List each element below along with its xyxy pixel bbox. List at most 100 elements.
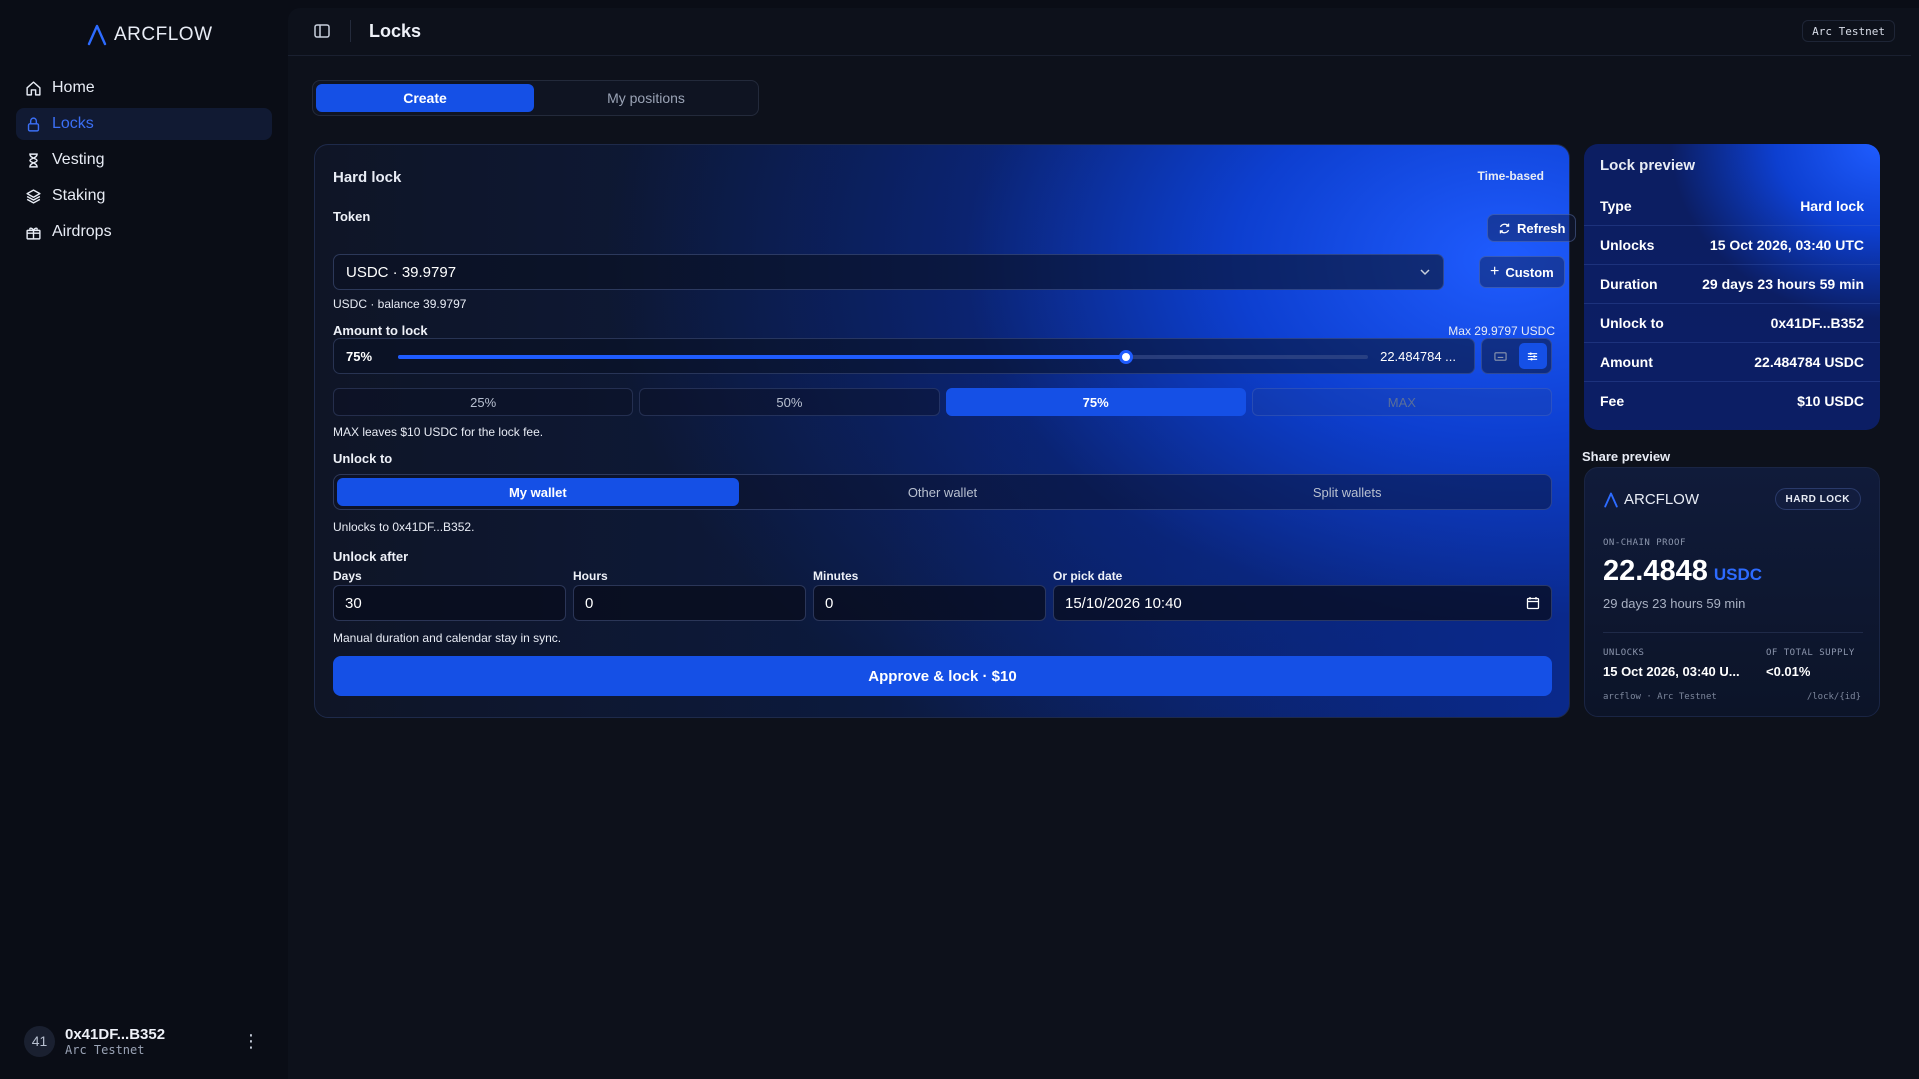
layers-icon: [26, 188, 41, 204]
divider: [1603, 632, 1863, 633]
sidebar-nav: Home Locks Vesting Staking Airdrops: [16, 72, 272, 252]
user-account[interactable]: 41 0x41DF...B352 Arc Testnet ⋮: [24, 1023, 264, 1059]
amount-label: Amount to lock: [333, 323, 428, 338]
unlock-my-wallet[interactable]: My wallet: [337, 478, 739, 506]
text-mode-button[interactable]: [1486, 343, 1515, 369]
preview-title: Lock preview: [1600, 157, 1696, 174]
tab-create[interactable]: Create: [316, 84, 534, 112]
more-vertical-icon[interactable]: ⋮: [242, 1031, 264, 1052]
preview-row-type: Type Hard lock: [1584, 186, 1880, 225]
sidebar-item-label: Airdrops: [52, 223, 112, 240]
days-input[interactable]: 30: [333, 585, 566, 621]
percent-75-button[interactable]: 75%: [945, 388, 1246, 416]
amount-max: Max 29.9797 USDC: [1448, 324, 1555, 338]
share-unit: USDC: [1713, 565, 1762, 584]
sidebar: ARCFLOW Home Locks Vesting Staking Airdr…: [0, 0, 288, 1079]
token-select[interactable]: USDC · 39.9797: [333, 254, 1444, 290]
token-select-value: USDC · 39.9797: [346, 263, 457, 281]
share-amount: 22.4848: [1603, 555, 1708, 587]
hours-input[interactable]: 0: [573, 585, 806, 621]
topbar: Locks Arc Testnet: [288, 8, 1911, 56]
preview-row-unlocks: Unlocks 15 Oct 2026, 03:40 UTC: [1584, 225, 1880, 264]
token-label: Token: [333, 209, 371, 224]
sidebar-item-home[interactable]: Home: [16, 72, 272, 104]
amount-slider[interactable]: [398, 350, 1368, 364]
amount-value: 22.484784 ...: [1380, 349, 1456, 364]
app-logo[interactable]: ARCFLOW: [86, 24, 213, 46]
sidebar-item-airdrops[interactable]: Airdrops: [16, 216, 272, 248]
lock-icon: [27, 116, 40, 132]
percent-presets: 25% 50% 75% MAX: [333, 388, 1552, 416]
slider-thumb[interactable]: [1118, 350, 1133, 364]
percent-max-button[interactable]: MAX: [1251, 388, 1552, 416]
proof-label: ON-CHAIN PROOF: [1603, 538, 1686, 548]
lock-preview-card: Lock preview Type Hard lock Unlocks 15 O…: [1584, 144, 1880, 430]
page-title: Locks: [369, 21, 422, 41]
token-balance: USDC · balance 39.9797: [333, 297, 467, 311]
unlock-other-wallet[interactable]: Other wallet: [742, 478, 1144, 506]
arcflow-logo-icon: [87, 24, 107, 46]
tab-my-positions[interactable]: My positions: [537, 84, 755, 112]
preview-key: Unlocks: [1600, 237, 1655, 253]
preview-value: $10 USDC: [1797, 393, 1864, 409]
user-network: Arc Testnet: [65, 1042, 145, 1057]
slider-mode-button[interactable]: [1518, 343, 1547, 369]
calendar-icon[interactable]: [1526, 596, 1540, 610]
app-name: ARCFLOW: [114, 24, 213, 45]
tab-bar: Create My positions: [312, 80, 759, 116]
amount-input-mode: [1481, 338, 1552, 374]
preview-value: Hard lock: [1800, 197, 1864, 214]
hard-lock-card: Hard lock Time-based Token Refresh USDC …: [314, 144, 1577, 718]
share-footer-left: arcflow · Arc Testnet: [1603, 692, 1717, 702]
unlocks-value: 15 Oct 2026, 03:40 U...: [1603, 664, 1740, 679]
sidebar-item-label: Home: [52, 79, 95, 96]
network-badge[interactable]: Arc Testnet: [1802, 20, 1895, 42]
hours-label: Hours: [573, 569, 608, 583]
preview-key: Fee: [1600, 393, 1625, 409]
date-picker[interactable]: 15/10/2026 10:40: [1053, 585, 1552, 621]
home-icon: [26, 80, 41, 96]
date-value: 15/10/2026 10:40: [1065, 594, 1182, 612]
amount-percent: 75%: [346, 349, 373, 364]
sidebar-item-label: Vesting: [52, 151, 105, 168]
share-preview-card[interactable]: ARCFLOW HARD LOCK ON-CHAIN PROOF 22.4848…: [1584, 467, 1880, 717]
sidebar-toggle-icon[interactable]: [314, 23, 330, 39]
sidebar-item-vesting[interactable]: Vesting: [16, 144, 272, 176]
minutes-label: Minutes: [813, 569, 859, 583]
hourglass-icon: [29, 152, 38, 168]
sidebar-item-staking[interactable]: Staking: [16, 180, 272, 212]
preview-row-duration: Duration 29 days 23 hours 59 min: [1584, 264, 1880, 303]
sync-hint: Manual duration and calendar stay in syn…: [333, 631, 562, 645]
preview-row-unlock-to: Unlock to 0x41DF...B352: [1584, 303, 1880, 342]
preview-key: Amount: [1600, 354, 1653, 370]
unlocks-label: UNLOCKS: [1603, 648, 1645, 658]
supply-label: OF TOTAL SUPPLY: [1766, 648, 1855, 658]
preview-value: 29 days 23 hours 59 min: [1702, 276, 1864, 292]
days-label: Days: [333, 569, 362, 583]
sidebar-item-locks[interactable]: Locks: [16, 108, 272, 140]
share-preview-label: Share preview: [1582, 449, 1671, 464]
plus-icon: +: [1490, 263, 1500, 280]
unlock-split-wallets[interactable]: Split wallets: [1146, 478, 1548, 506]
preview-row-fee: Fee $10 USDC: [1584, 381, 1880, 420]
minutes-input[interactable]: 0: [813, 585, 1046, 621]
supply-value: <0.01%: [1766, 664, 1811, 679]
approve-lock-button[interactable]: Approve & lock · $10: [333, 656, 1552, 696]
custom-token-button[interactable]: + Custom: [1479, 256, 1565, 288]
unlock-after-label: Unlock after: [333, 549, 409, 564]
max-hint: MAX leaves $10 USDC for the lock fee.: [333, 425, 544, 439]
preview-value: 0x41DF...B352: [1770, 315, 1864, 331]
refresh-icon: [1499, 223, 1510, 233]
arcflow-logo-icon: [1604, 492, 1618, 507]
refresh-button[interactable]: Refresh: [1487, 214, 1577, 242]
sliders-icon: [1528, 352, 1538, 360]
percent-50-button[interactable]: 50%: [639, 388, 940, 416]
slider-fill: [398, 355, 1126, 359]
refresh-label: Refresh: [1517, 220, 1566, 236]
sidebar-item-label: Locks: [52, 115, 94, 132]
percent-25-button[interactable]: 25%: [333, 388, 634, 416]
preview-value: 22.484784 USDC: [1754, 354, 1864, 370]
user-address: 0x41DF...B352: [65, 1025, 166, 1043]
unlock-to-selector: My wallet Other wallet Split wallets: [333, 474, 1552, 510]
avatar: 41: [24, 1025, 55, 1057]
